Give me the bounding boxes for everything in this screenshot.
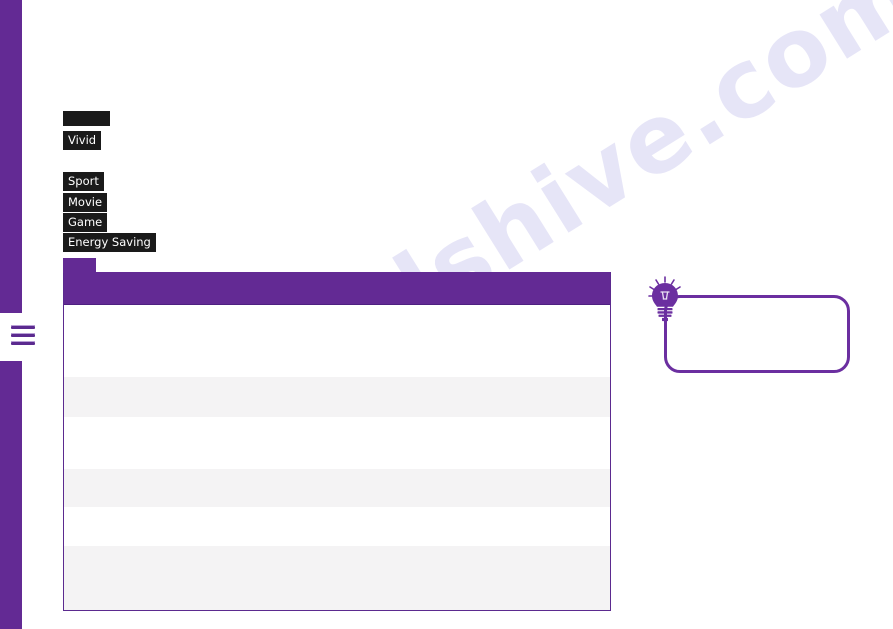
tip-callout: [645, 275, 850, 380]
table-row[interactable]: [64, 417, 610, 469]
table-row[interactable]: [64, 377, 610, 417]
table-row[interactable]: [64, 469, 610, 507]
picture-mode-option-game[interactable]: Game: [63, 213, 108, 232]
tip-callout-box: [664, 295, 850, 373]
spec-table: [63, 272, 611, 611]
table-row[interactable]: [64, 305, 610, 377]
table-tab: [63, 258, 96, 273]
menu-bar-bottom: [11, 341, 35, 345]
menu-bar-top: [11, 325, 35, 329]
picture-mode-option-vivid[interactable]: Vivid: [63, 131, 102, 150]
menu-bar-middle: [11, 333, 35, 337]
picture-mode-option-energy-saving[interactable]: Energy Saving: [63, 233, 156, 252]
table-header-row: [64, 272, 610, 305]
table-row[interactable]: [64, 507, 610, 546]
picture-mode-option-movie[interactable]: Movie: [63, 193, 108, 212]
picture-mode-option-sport[interactable]: Sport: [63, 172, 104, 191]
table-row[interactable]: [64, 546, 610, 610]
picture-mode-option-0[interactable]: [63, 111, 110, 126]
hamburger-menu-icon[interactable]: [11, 325, 35, 350]
lightbulb-icon: [648, 276, 682, 322]
table-body: [64, 305, 610, 610]
